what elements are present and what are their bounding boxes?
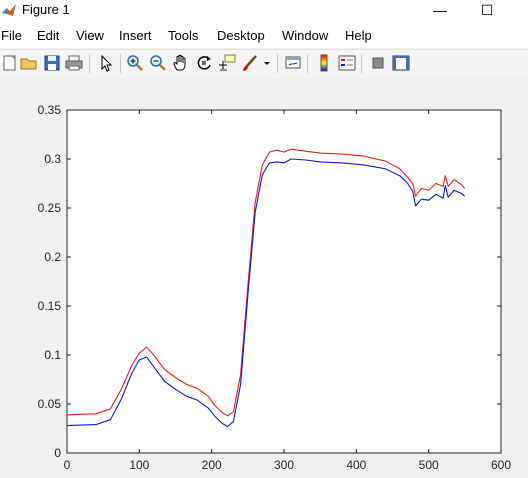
menu-desktop[interactable]: Desktop [217,28,265,43]
menu-file[interactable]: File [1,28,22,43]
toolbar [0,49,528,78]
zoom-out-icon[interactable] [148,53,168,73]
y-tick-label: 0.1 [44,348,61,362]
x-tick-label: 300 [274,458,294,472]
insert-legend-icon[interactable] [337,53,357,73]
plot-area [66,109,502,454]
menu-edit[interactable]: Edit [37,28,59,43]
menu-tools[interactable]: Tools [168,28,198,43]
y-tick-label: 0.3 [44,152,61,166]
brush-icon[interactable] [240,53,260,73]
menu-window[interactable]: Window [282,28,328,43]
y-tick-label: 0.2 [44,250,61,264]
brush-dropdown-icon[interactable] [262,53,272,73]
new-figure-icon[interactable] [0,53,20,73]
link-plot-icon[interactable] [283,53,303,73]
menu-help[interactable]: Help [345,28,372,43]
hide-plot-tools-icon[interactable] [368,53,388,73]
x-tick-label: 400 [346,458,366,472]
x-tick-label: 200 [202,458,222,472]
menu-insert[interactable]: Insert [119,28,152,43]
y-tick-label: 0.25 [38,201,62,215]
print-icon[interactable] [64,53,84,73]
show-plot-tools-icon[interactable] [391,53,411,73]
menu-view[interactable]: View [76,28,104,43]
window-title: Figure 1 [22,2,70,17]
open-file-icon[interactable] [19,53,39,73]
toolbar-separator [307,54,308,73]
rotate-3d-icon[interactable] [194,53,214,73]
y-tick-label: 0 [54,446,61,460]
zoom-in-icon[interactable] [125,53,145,73]
toolbar-separator [120,54,121,73]
y-tick-label: 0.35 [38,103,62,117]
minimize-button[interactable]: — [425,0,455,22]
matlab-logo-icon [2,4,16,16]
toolbar-separator [89,54,90,73]
maximize-button[interactable]: ☐ [472,0,502,22]
x-tick-label: 100 [129,458,149,472]
x-tick-label: 600 [491,458,511,472]
y-tick-label: 0.05 [38,397,62,411]
toolbar-separator [277,54,278,73]
save-icon[interactable] [42,53,62,73]
x-tick-label: 500 [419,458,439,472]
line-chart[interactable]: 0 100 200 300 400 500 600 0 0.05 0.1 0.15 0.2 0.25 0.… [0,77,528,478]
toolbar-separator [361,54,362,73]
y-tick-label: 0.15 [38,299,62,313]
x-tick-label: 0 [64,458,71,472]
pointer-icon[interactable] [96,53,116,73]
data-cursor-icon[interactable] [217,53,237,73]
pan-hand-icon[interactable] [171,53,191,73]
menu-bar: File Edit View Insert Tools Desktop Wind… [0,22,528,48]
title-bar: Figure 1 — ☐ [0,0,528,22]
insert-colorbar-icon[interactable] [314,53,334,73]
figure-canvas: 0 100 200 300 400 500 600 0 0.05 0.1 0.15 0.2 0.25 0.… [0,77,528,478]
